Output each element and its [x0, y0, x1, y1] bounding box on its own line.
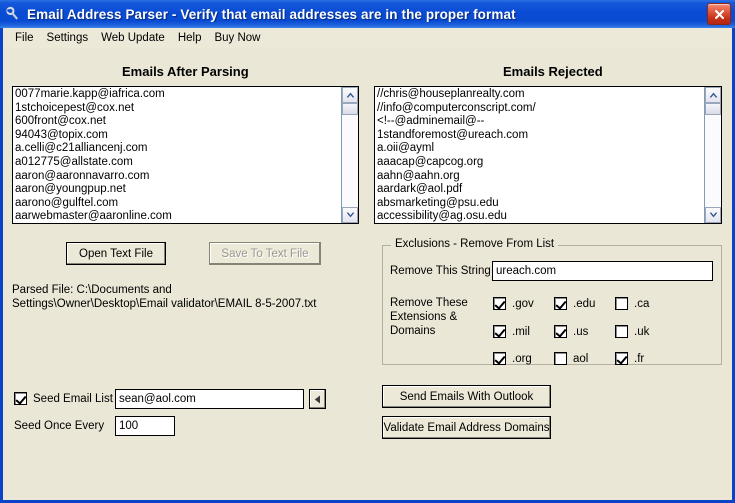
menu-bar: File Settings Web Update Help Buy Now [3, 28, 732, 48]
scroll-track[interactable] [705, 103, 721, 207]
seed-once-every-label: Seed Once Every [14, 420, 105, 432]
list-item[interactable]: 1standforemost@ureach.com [377, 129, 704, 143]
list-item[interactable]: a012775@allstate.com [15, 156, 341, 170]
seed-email-spin-button[interactable] [309, 389, 326, 409]
checkbox-aol-label: aol [573, 352, 589, 365]
window-title: Email Address Parser - Verify that email… [27, 6, 516, 22]
list-item[interactable]: accessibility@ag.osu.edu [377, 210, 704, 223]
parsed-emails-items: 0077marie.kapp@iafrica.com 1stchoicepest… [13, 87, 341, 223]
list-item[interactable]: aahn@aahn.org [377, 170, 704, 184]
triangle-left-icon [314, 395, 320, 403]
menu-item-buy-now[interactable]: Buy Now [208, 30, 267, 46]
close-button[interactable] [707, 3, 731, 25]
checkbox-gov[interactable]: .gov [493, 297, 534, 310]
checkbox-fr-box[interactable] [615, 352, 628, 365]
remove-extensions-label-line3: Domains [390, 325, 436, 337]
list-item[interactable]: aarono@gulftel.com [15, 197, 341, 211]
list-item[interactable]: aaron@youngpup.net [15, 183, 341, 197]
checkbox-mil-label: .mil [512, 325, 530, 338]
checkbox-org-box[interactable] [493, 352, 506, 365]
scroll-down-icon[interactable] [705, 207, 721, 223]
checkbox-org[interactable]: .org [493, 352, 532, 365]
remove-extensions-label-line1: Remove These [390, 297, 468, 309]
checkbox-aol[interactable]: aol [554, 352, 588, 365]
list-item[interactable]: aaron@aaronnavarro.com [15, 170, 341, 184]
seed-once-every-input[interactable]: 100 [115, 416, 175, 436]
menu-item-file[interactable]: File [9, 30, 41, 46]
checkbox-uk[interactable]: .uk [615, 325, 649, 338]
remove-this-string-input[interactable]: ureach.com [492, 261, 713, 281]
checkbox-ca-label: .ca [634, 297, 650, 310]
scroll-up-icon[interactable] [705, 87, 721, 103]
checkbox-fr-label: .fr [634, 352, 645, 365]
menu-item-settings[interactable]: Settings [41, 30, 96, 46]
checkbox-uk-box[interactable] [615, 325, 628, 338]
checkbox-gov-box[interactable] [493, 297, 506, 310]
list-item[interactable]: aarwebmaster@aaronline.com [15, 210, 341, 223]
scroll-down-icon[interactable] [342, 207, 358, 223]
rejected-list-heading: Emails Rejected [503, 64, 603, 79]
rejected-emails-items: //chris@houseplanrealty.com //info@compu… [375, 87, 704, 223]
checkbox-fr[interactable]: .fr [615, 352, 644, 365]
menu-item-web-update[interactable]: Web Update [95, 30, 172, 46]
checkbox-ca[interactable]: .ca [615, 297, 649, 310]
title-bar: Email Address Parser - Verify that email… [0, 0, 735, 28]
parsed-list-scrollbar[interactable] [341, 87, 358, 223]
parsed-list-heading: Emails After Parsing [122, 64, 249, 79]
save-to-text-file-button: Save To Text File [209, 242, 321, 265]
list-item[interactable]: aaacap@capcog.org [377, 156, 704, 170]
checkbox-us-box[interactable] [554, 325, 567, 338]
scroll-track[interactable] [342, 103, 358, 207]
menu-item-help[interactable]: Help [172, 30, 209, 46]
list-item[interactable]: 600front@cox.net [15, 115, 341, 129]
seed-email-list-checkbox[interactable]: Seed Email List [14, 392, 113, 405]
exclusions-group-title: Exclusions - Remove From List [391, 238, 559, 250]
checkbox-us[interactable]: .us [554, 325, 588, 338]
checkbox-aol-box[interactable] [554, 352, 567, 365]
rejected-list-scrollbar[interactable] [704, 87, 721, 223]
list-item[interactable]: <!--@adminemail@-- [377, 115, 704, 129]
checkbox-mil[interactable]: .mil [493, 325, 530, 338]
validate-email-address-domains-button[interactable]: Validate Email Address Domains [382, 416, 551, 439]
list-item[interactable]: 94043@topix.com [15, 129, 341, 143]
list-item[interactable]: absmarketing@psu.edu [377, 197, 704, 211]
send-emails-with-outlook-button[interactable]: Send Emails With Outlook [382, 385, 551, 408]
seed-email-list-checkbox-box[interactable] [14, 392, 27, 405]
seed-email-list-label: Seed Email List [33, 392, 113, 405]
scroll-up-icon[interactable] [342, 87, 358, 103]
remove-extensions-label-line2: Extensions & [390, 311, 458, 323]
list-item[interactable]: //info@computerconscript.com/ [377, 102, 704, 116]
remove-this-string-label: Remove This String [390, 265, 491, 277]
checkbox-gov-label: .gov [512, 297, 534, 310]
checkbox-mil-box[interactable] [493, 325, 506, 338]
parsed-emails-listbox[interactable]: 0077marie.kapp@iafrica.com 1stchoicepest… [12, 86, 359, 224]
parsed-file-path: Parsed File: C:\Documents and Settings\O… [12, 284, 317, 310]
wrench-icon [4, 5, 22, 23]
list-item[interactable]: a.celli@c21alliancenj.com [15, 142, 341, 156]
rejected-emails-listbox[interactable]: //chris@houseplanrealty.com //info@compu… [374, 86, 722, 224]
scroll-thumb[interactable] [705, 103, 721, 115]
list-item[interactable]: aardark@aol.pdf [377, 183, 704, 197]
client-area: Emails After Parsing 0077marie.kapp@iafr… [3, 48, 732, 500]
list-item[interactable]: //chris@houseplanrealty.com [377, 88, 704, 102]
checkbox-uk-label: .uk [634, 325, 650, 338]
checkbox-edu[interactable]: .edu [554, 297, 595, 310]
checkbox-org-label: .org [512, 352, 532, 365]
checkbox-ca-box[interactable] [615, 297, 628, 310]
seed-email-input[interactable]: sean@aol.com [115, 389, 304, 409]
list-item[interactable]: 1stchoicepest@cox.net [15, 102, 341, 116]
checkbox-edu-label: .edu [573, 297, 596, 310]
checkbox-edu-box[interactable] [554, 297, 567, 310]
checkbox-us-label: .us [573, 325, 589, 338]
list-item[interactable]: a.oii@ayml [377, 142, 704, 156]
application-window: Email Address Parser - Verify that email… [0, 0, 735, 503]
list-item[interactable]: 0077marie.kapp@iafrica.com [15, 88, 341, 102]
open-text-file-button[interactable]: Open Text File [66, 242, 166, 265]
scroll-thumb[interactable] [342, 103, 358, 115]
